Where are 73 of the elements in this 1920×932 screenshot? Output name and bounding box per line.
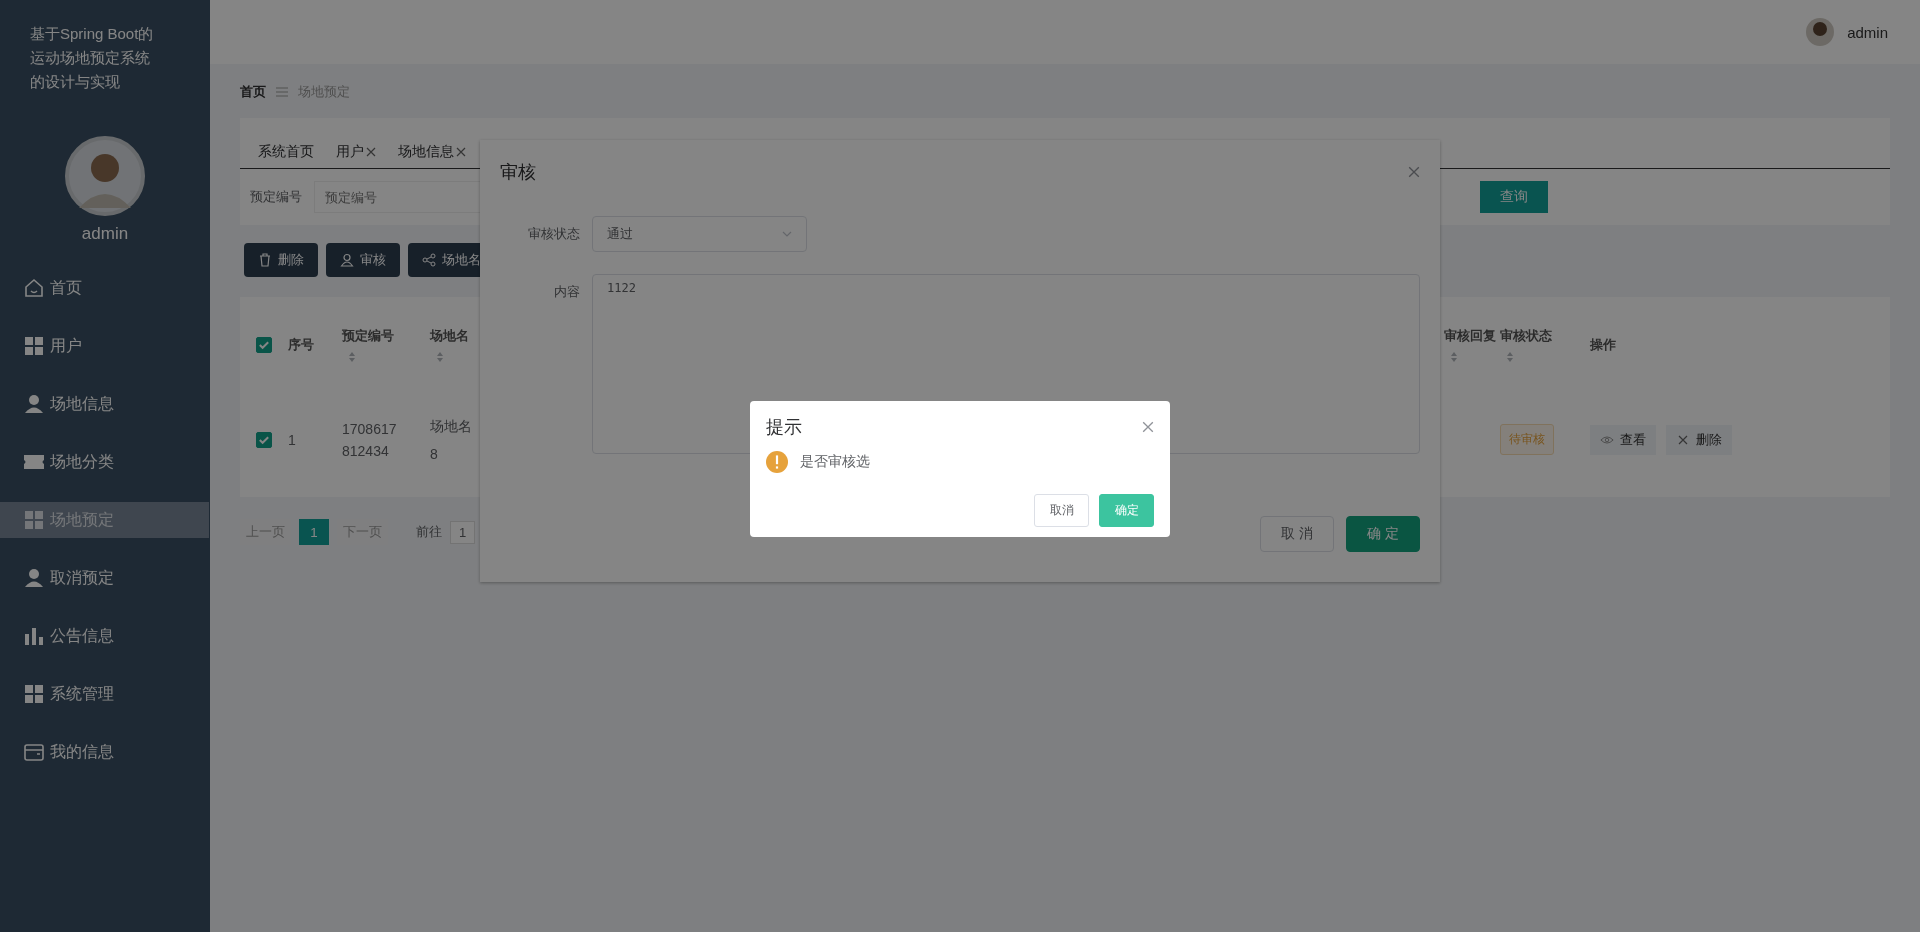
sort-icon[interactable] [348, 350, 356, 363]
page-input[interactable]: 1 [450, 520, 476, 544]
menu-item[interactable]: 公告信息 [0, 618, 210, 654]
sort-icon[interactable] [1450, 350, 1458, 363]
separator-icon [276, 87, 288, 97]
action-button[interactable]: 审核 [326, 243, 400, 277]
warning-icon [766, 451, 788, 473]
checkbox[interactable] [256, 431, 272, 448]
column-header: 预定编号 [342, 326, 395, 345]
eye-icon [1600, 434, 1614, 445]
person-icon [24, 394, 44, 414]
trash-icon [258, 253, 272, 267]
caret-icon [782, 231, 792, 237]
person-icon [24, 568, 44, 588]
row-action-button[interactable]: 删除 [1666, 424, 1732, 455]
dialog-title: 审核 [500, 161, 536, 184]
user-name: admin [81, 224, 129, 244]
status-select[interactable]: 通过 [592, 216, 807, 252]
menu-item[interactable]: 场地信息 [0, 386, 210, 422]
bar-chart-icon [24, 626, 44, 646]
sort-icon[interactable] [436, 350, 444, 363]
dialog-button[interactable]: 确 定 [1346, 516, 1420, 552]
field-label: 内容 [553, 283, 581, 301]
close-icon [1676, 434, 1690, 445]
row-action-button[interactable]: 查看 [1590, 424, 1656, 455]
home-icon [24, 278, 44, 298]
table-cell-text: 8 [430, 444, 439, 464]
status-tag: 待审核 [1500, 424, 1554, 455]
grid-icon [24, 510, 44, 530]
close-icon[interactable] [1408, 166, 1420, 178]
confirm-button[interactable]: 确定 [1099, 494, 1154, 527]
tab[interactable]: 系统首页 [258, 143, 314, 161]
sort-icon[interactable] [1506, 350, 1514, 363]
dialog-button[interactable]: 取 消 [1260, 516, 1334, 552]
app-title: 基于Spring Boot的运动场地预定系统的设计与实现 [30, 24, 155, 92]
search-button[interactable]: 查询 [1480, 181, 1548, 213]
close-icon[interactable] [456, 147, 466, 157]
confirm-message: 是否审核选 [800, 453, 870, 471]
share-icon [422, 253, 436, 267]
menu-item[interactable]: 我的信息 [0, 734, 210, 770]
breadcrumb-link[interactable]: 首页 [240, 83, 266, 101]
goto-label: 前往 [416, 523, 442, 541]
menu-item[interactable]: 用户 [0, 328, 210, 364]
table-cell-text: 1 [288, 430, 297, 450]
column-header: 审核状态 [1500, 326, 1553, 345]
menu-item[interactable]: 系统管理 [0, 676, 210, 712]
table-cell-text: 1708617812434 [342, 419, 398, 461]
tab[interactable]: 用户 [336, 143, 376, 161]
close-icon[interactable] [1142, 421, 1154, 433]
grid-icon [24, 684, 44, 704]
field-label: 预定编号 [250, 188, 302, 206]
menu-item[interactable]: 首页 [0, 270, 210, 306]
confirm-button[interactable]: 取消 [1034, 494, 1089, 527]
user-icon [340, 253, 354, 267]
menu-item[interactable]: 场地分类 [0, 444, 210, 480]
grid-icon [24, 336, 44, 356]
action-button[interactable]: 删除 [244, 243, 318, 277]
checkbox[interactable] [256, 336, 272, 353]
field-label: 审核状态 [527, 225, 581, 243]
confirm-title: 提示 [766, 416, 802, 439]
close-icon[interactable] [366, 147, 376, 157]
tab[interactable]: 场地信息 [398, 143, 466, 161]
column-header: 审核回复 [1444, 326, 1497, 345]
column-header: 场地名 [430, 326, 470, 345]
menu-item[interactable]: 取消预定 [0, 560, 210, 596]
page-number[interactable]: 1 [299, 519, 329, 545]
wallet-icon [24, 742, 44, 762]
table-cell-text: 场地名 [430, 416, 473, 436]
user-name: admin [1847, 23, 1888, 41]
column-header: 序号 [288, 335, 315, 354]
ticket-icon [24, 452, 44, 472]
column-header: 操作 [1590, 335, 1617, 354]
avatar [1805, 17, 1836, 47]
